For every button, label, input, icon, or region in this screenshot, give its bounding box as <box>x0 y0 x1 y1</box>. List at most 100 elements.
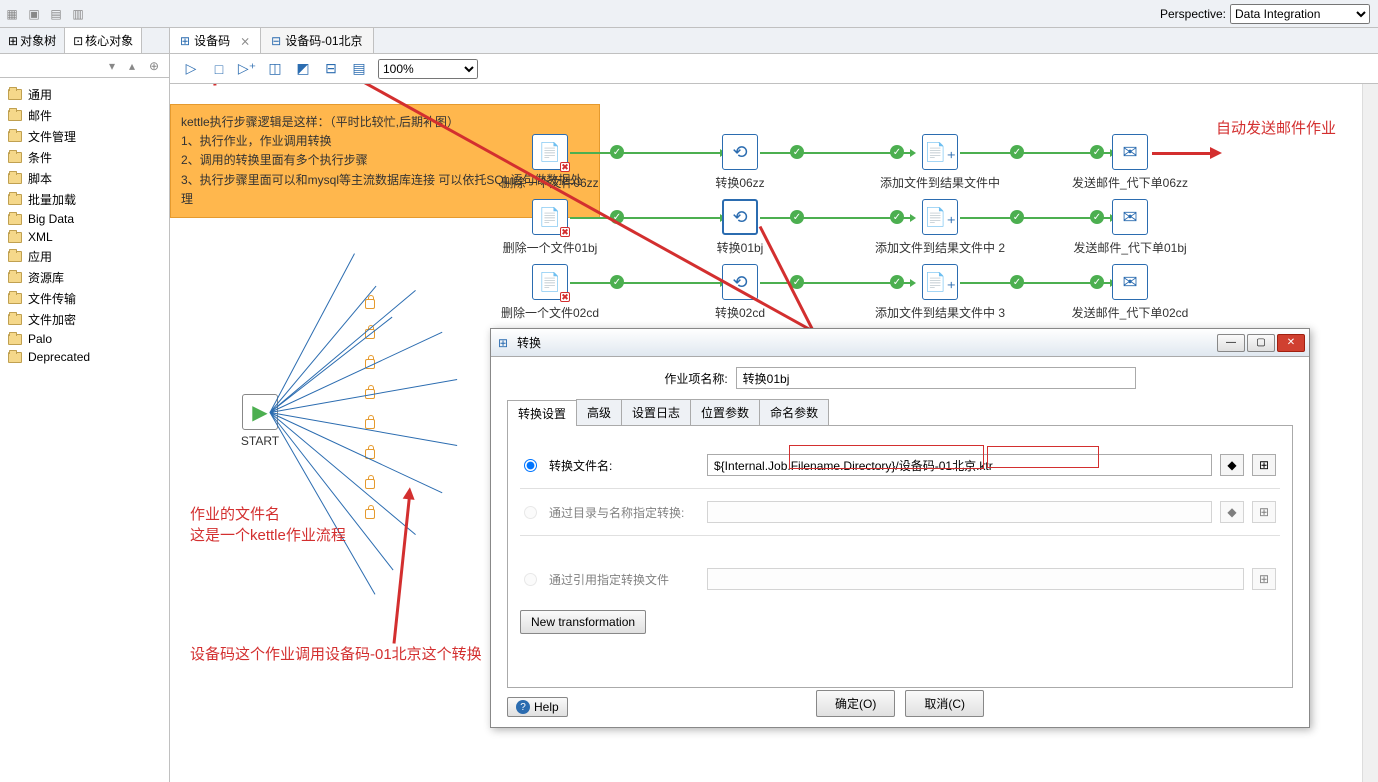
sidebar-tab-core[interactable]: ⊡ 核心对象 <box>65 28 142 53</box>
sidebar-tab-tree[interactable]: ⊞ 对象树 <box>0 28 65 53</box>
folder-icon <box>8 232 22 243</box>
job-icon: ⊞ <box>180 34 190 48</box>
sidebar-item[interactable]: 邮件 <box>4 105 165 126</box>
replay-button[interactable]: ▷⁺ <box>238 60 256 78</box>
job-entry-name-input[interactable] <box>736 367 1136 389</box>
radio-filename-label: 转换文件名: <box>549 457 699 474</box>
radio-reference[interactable] <box>524 573 537 586</box>
dlg-tab-logging[interactable]: 设置日志 <box>621 399 691 425</box>
sidebar: ⊞ 对象树 ⊡ 核心对象 ▾ ▴ ⊕ 通用 邮件 文件管理 条件 脚本 批量加载… <box>0 28 170 782</box>
expand-all-icon[interactable]: ▾ <box>109 59 123 73</box>
lock-icon <box>365 509 375 519</box>
browse-button-2: ⊞ <box>1252 501 1276 523</box>
add-file-icon: 📄₊ <box>924 272 956 293</box>
dlg-tab-args[interactable]: 位置参数 <box>690 399 760 425</box>
folder-icon <box>8 214 22 225</box>
cancel-button[interactable]: 取消(C) <box>905 690 984 717</box>
name-label: 作业项名称: <box>664 370 727 387</box>
help-button[interactable]: ? Help <box>507 697 568 717</box>
transformation-dialog: ⊞ 转换 — ▢ ✕ 作业项名称: 转换设置 高级 设置日志 位置参数 命名参数… <box>490 328 1310 728</box>
close-icon[interactable]: ⨯ <box>240 34 250 48</box>
file-icon: 📄 <box>539 272 561 293</box>
folder-icon <box>8 173 22 184</box>
minimize-button[interactable]: — <box>1217 334 1245 352</box>
add-file-icon: 📄₊ <box>924 207 956 228</box>
browse-button[interactable]: ⊞ <box>1252 454 1276 476</box>
sql-button[interactable]: ⊟ <box>322 60 340 78</box>
node-trans-1[interactable]: ⟲ 转换06zz <box>680 134 800 191</box>
sidebar-item[interactable]: Palo <box>4 330 165 348</box>
debug-button[interactable]: ◩ <box>294 60 312 78</box>
radio-dirname-label: 通过目录与名称指定转换: <box>549 504 699 521</box>
node-add-2[interactable]: 📄₊ 添加文件到结果文件中 2 <box>880 199 1000 256</box>
lock-icon <box>365 299 375 309</box>
lock-icon <box>365 419 375 429</box>
editor-tab-1[interactable]: ⊞ 设备码 ⨯ <box>170 28 261 53</box>
stop-button[interactable]: □ <box>210 60 228 78</box>
trans-icon: ⊟ <box>271 34 281 48</box>
help-icon: ? <box>516 700 530 714</box>
ok-button[interactable]: 确定(O) <box>816 690 895 717</box>
radio-filename[interactable] <box>524 459 537 472</box>
dlg-tab-advanced[interactable]: 高级 <box>576 399 622 425</box>
sidebar-item[interactable]: 通用 <box>4 84 165 105</box>
preview-button[interactable]: ◫ <box>266 60 284 78</box>
sidebar-item[interactable]: XML <box>4 228 165 246</box>
core-icon: ⊡ <box>73 34 83 48</box>
sidebar-item[interactable]: 应用 <box>4 246 165 267</box>
trans-filename-input[interactable] <box>707 454 1212 476</box>
node-trans-2[interactable]: ⟲ 转换01bj <box>680 199 800 256</box>
folder-icon <box>8 251 22 262</box>
node-mail-1[interactable]: ✉ 发送邮件_代下单06zz <box>1070 134 1190 191</box>
sidebar-item[interactable]: 脚本 <box>4 168 165 189</box>
node-delete-3[interactable]: 📄✖ 删除一个文件02cd <box>490 264 610 321</box>
node-mail-2[interactable]: ✉ 发送邮件_代下单01bj <box>1070 199 1190 256</box>
folder-icon <box>8 89 22 100</box>
maximize-button[interactable]: ▢ <box>1247 334 1275 352</box>
radio-dirname[interactable] <box>524 506 537 519</box>
toolbar-icon-4[interactable]: ▥ <box>70 6 86 22</box>
toolbar-icon-1[interactable]: ▦ <box>4 6 20 22</box>
dlg-tab-params[interactable]: 命名参数 <box>759 399 829 425</box>
mail-icon: ✉ <box>1122 272 1137 293</box>
perspective-select[interactable]: Data Integration <box>1230 4 1370 24</box>
file-icon: 📄 <box>539 207 561 228</box>
sidebar-item[interactable]: 文件加密 <box>4 309 165 330</box>
zoom-select[interactable]: 100% <box>378 59 478 79</box>
explore-button[interactable]: ▤ <box>350 60 368 78</box>
trans-dirname-input <box>707 501 1212 523</box>
folder-icon <box>8 314 22 325</box>
sidebar-item[interactable]: 文件管理 <box>4 126 165 147</box>
dialog-title-text: 转换 <box>517 334 541 351</box>
folder-icon <box>8 131 22 142</box>
node-add-3[interactable]: 📄₊ 添加文件到结果文件中 3 <box>880 264 1000 321</box>
toolbar-icon-3[interactable]: ▤ <box>48 6 64 22</box>
close-button[interactable]: ✕ <box>1277 334 1305 352</box>
run-button[interactable]: ▷ <box>182 60 200 78</box>
collapse-all-icon[interactable]: ▴ <box>129 59 143 73</box>
dlg-tab-settings[interactable]: 转换设置 <box>507 400 577 426</box>
annotation-filename: 作业的文件名 这是一个kettle作业流程 <box>190 504 346 546</box>
trans-icon: ⟲ <box>732 142 747 163</box>
dialog-titlebar[interactable]: ⊞ 转换 — ▢ ✕ <box>491 329 1309 357</box>
new-transformation-button[interactable]: New transformation <box>520 610 646 634</box>
folder-icon <box>8 194 22 205</box>
filter-icon[interactable]: ⊕ <box>149 59 163 73</box>
node-mail-3[interactable]: ✉ 发送邮件_代下单02cd <box>1070 264 1190 321</box>
dialog-icon: ⊞ <box>495 335 511 351</box>
variable-button[interactable]: ◆ <box>1220 454 1244 476</box>
editor-tab-2[interactable]: ⊟ 设备码-01北京 <box>261 28 373 53</box>
annotation-call-trans: 设备码这个作业调用设备码-01北京这个转换 <box>190 644 482 665</box>
folder-icon <box>8 293 22 304</box>
sidebar-item[interactable]: 条件 <box>4 147 165 168</box>
sidebar-item[interactable]: Big Data <box>4 210 165 228</box>
vertical-scrollbar[interactable] <box>1362 84 1378 782</box>
toolbar-icon-2[interactable]: ▣ <box>26 6 42 22</box>
sidebar-item[interactable]: Deprecated <box>4 348 165 366</box>
sidebar-item[interactable]: 文件传输 <box>4 288 165 309</box>
node-add-1[interactable]: 📄₊ 添加文件到结果文件中 <box>880 134 1000 191</box>
add-file-icon: 📄₊ <box>924 142 956 163</box>
file-icon: 📄 <box>539 142 561 163</box>
sidebar-item[interactable]: 批量加载 <box>4 189 165 210</box>
sidebar-item[interactable]: 资源库 <box>4 267 165 288</box>
